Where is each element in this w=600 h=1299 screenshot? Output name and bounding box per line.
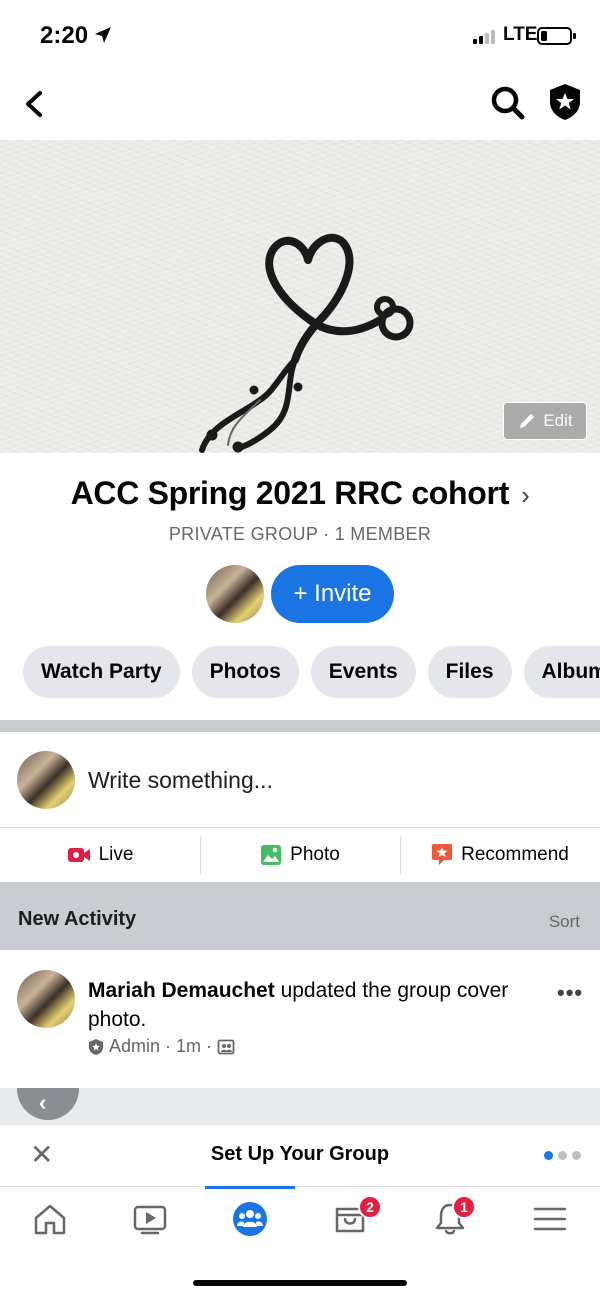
status-bar: 2:20 LTE [0, 0, 600, 70]
tab-watch[interactable] [100, 1187, 200, 1255]
location-arrow-icon [95, 27, 111, 43]
bottom-tab-bar: 2 1 [0, 1186, 600, 1254]
menu-icon [533, 1207, 567, 1231]
tab-marketplace[interactable]: 2 [300, 1187, 400, 1255]
stethoscope-image [199, 233, 414, 453]
groups-icon [233, 1202, 267, 1236]
live-video-icon [67, 848, 90, 862]
sort-button[interactable]: Sort [549, 912, 580, 932]
nav-bar [0, 70, 600, 140]
tab-files[interactable]: Files [427, 646, 512, 698]
photo-button[interactable]: Photo [200, 828, 400, 882]
invite-button[interactable]: + Invite [271, 565, 394, 623]
cellular-signal-icon [473, 30, 495, 44]
page-indicator [544, 1151, 581, 1160]
network-type: LTE [503, 24, 538, 45]
tab-photos[interactable]: Photos [191, 646, 299, 698]
write-something-input[interactable]: Write something... [88, 767, 273, 794]
more-options-icon[interactable]: ••• [557, 980, 583, 1006]
pencil-icon [520, 414, 535, 428]
group-tabs: Watch PartyPhotosEventsFilesAlbums [23, 646, 600, 700]
page-dot [558, 1151, 567, 1160]
cover-photo[interactable]: Edit [0, 140, 600, 453]
admin-shield-icon[interactable] [547, 82, 583, 122]
group-audience-icon [217, 1039, 235, 1054]
recommend-label: Recommend [461, 844, 569, 865]
setup-group-title: Set Up Your Group [210, 1143, 390, 1165]
page-dot [544, 1151, 553, 1160]
group-privacy-members: PRIVATE GROUP · 1 MEMBER [168, 524, 432, 544]
video-icon [133, 1205, 167, 1235]
chevron-left-icon: ‹ [39, 1090, 47, 1115]
chevron-right-icon: › [521, 480, 530, 510]
marketplace-badge: 2 [358, 1195, 382, 1219]
setup-group-banner[interactable]: ✕ Set Up Your Group [0, 1124, 600, 1186]
post-role: Admin [109, 1036, 161, 1056]
edit-cover-label: Edit [543, 411, 573, 430]
search-icon[interactable] [490, 85, 526, 121]
home-indicator[interactable] [193, 1280, 407, 1286]
admin-badge-icon [89, 1038, 103, 1055]
section-divider [0, 720, 600, 732]
tab-events[interactable]: Events [310, 646, 416, 698]
photo-label: Photo [290, 844, 340, 865]
post-author-name[interactable]: Mariah Demauchet [88, 979, 275, 1002]
feed-divider [0, 1088, 600, 1124]
post-time: · 1m · [165, 1036, 213, 1056]
status-time: 2:20 [40, 22, 89, 49]
back-arrow-icon[interactable] [20, 84, 50, 124]
new-activity-title: New Activity [18, 908, 137, 930]
new-activity-header: New Activity Sort [0, 882, 600, 950]
tab-notifications[interactable]: 1 [400, 1187, 500, 1255]
post-meta: Admin · 1m · [88, 1036, 235, 1057]
tab-menu[interactable] [500, 1187, 600, 1255]
composer-actions: Live Photo Recommend [0, 828, 600, 882]
post-author-avatar[interactable] [17, 970, 75, 1028]
tab-home[interactable] [0, 1187, 100, 1255]
page-dot [572, 1151, 581, 1160]
recommend-button[interactable]: Recommend [400, 828, 600, 882]
tab-groups[interactable] [200, 1186, 300, 1255]
recommend-icon [432, 844, 453, 865]
group-name-text: ACC Spring 2021 RRC cohort [70, 475, 510, 511]
member-avatar[interactable] [206, 565, 264, 623]
activity-post-text[interactable]: Mariah Demauchet updated the group cover… [88, 976, 548, 1034]
group-name[interactable]: ACC Spring 2021 RRC cohort › [0, 475, 600, 512]
composer-avatar [17, 751, 75, 809]
live-button[interactable]: Live [0, 828, 200, 882]
tab-albums[interactable]: Albums [523, 646, 600, 698]
photo-icon [261, 845, 282, 865]
notifications-badge: 1 [452, 1195, 476, 1219]
edit-cover-button[interactable]: Edit [503, 402, 587, 440]
live-label: Live [98, 844, 134, 865]
home-icon [34, 1204, 66, 1235]
battery-icon [537, 27, 576, 45]
tab-watch-party[interactable]: Watch Party [23, 646, 180, 698]
